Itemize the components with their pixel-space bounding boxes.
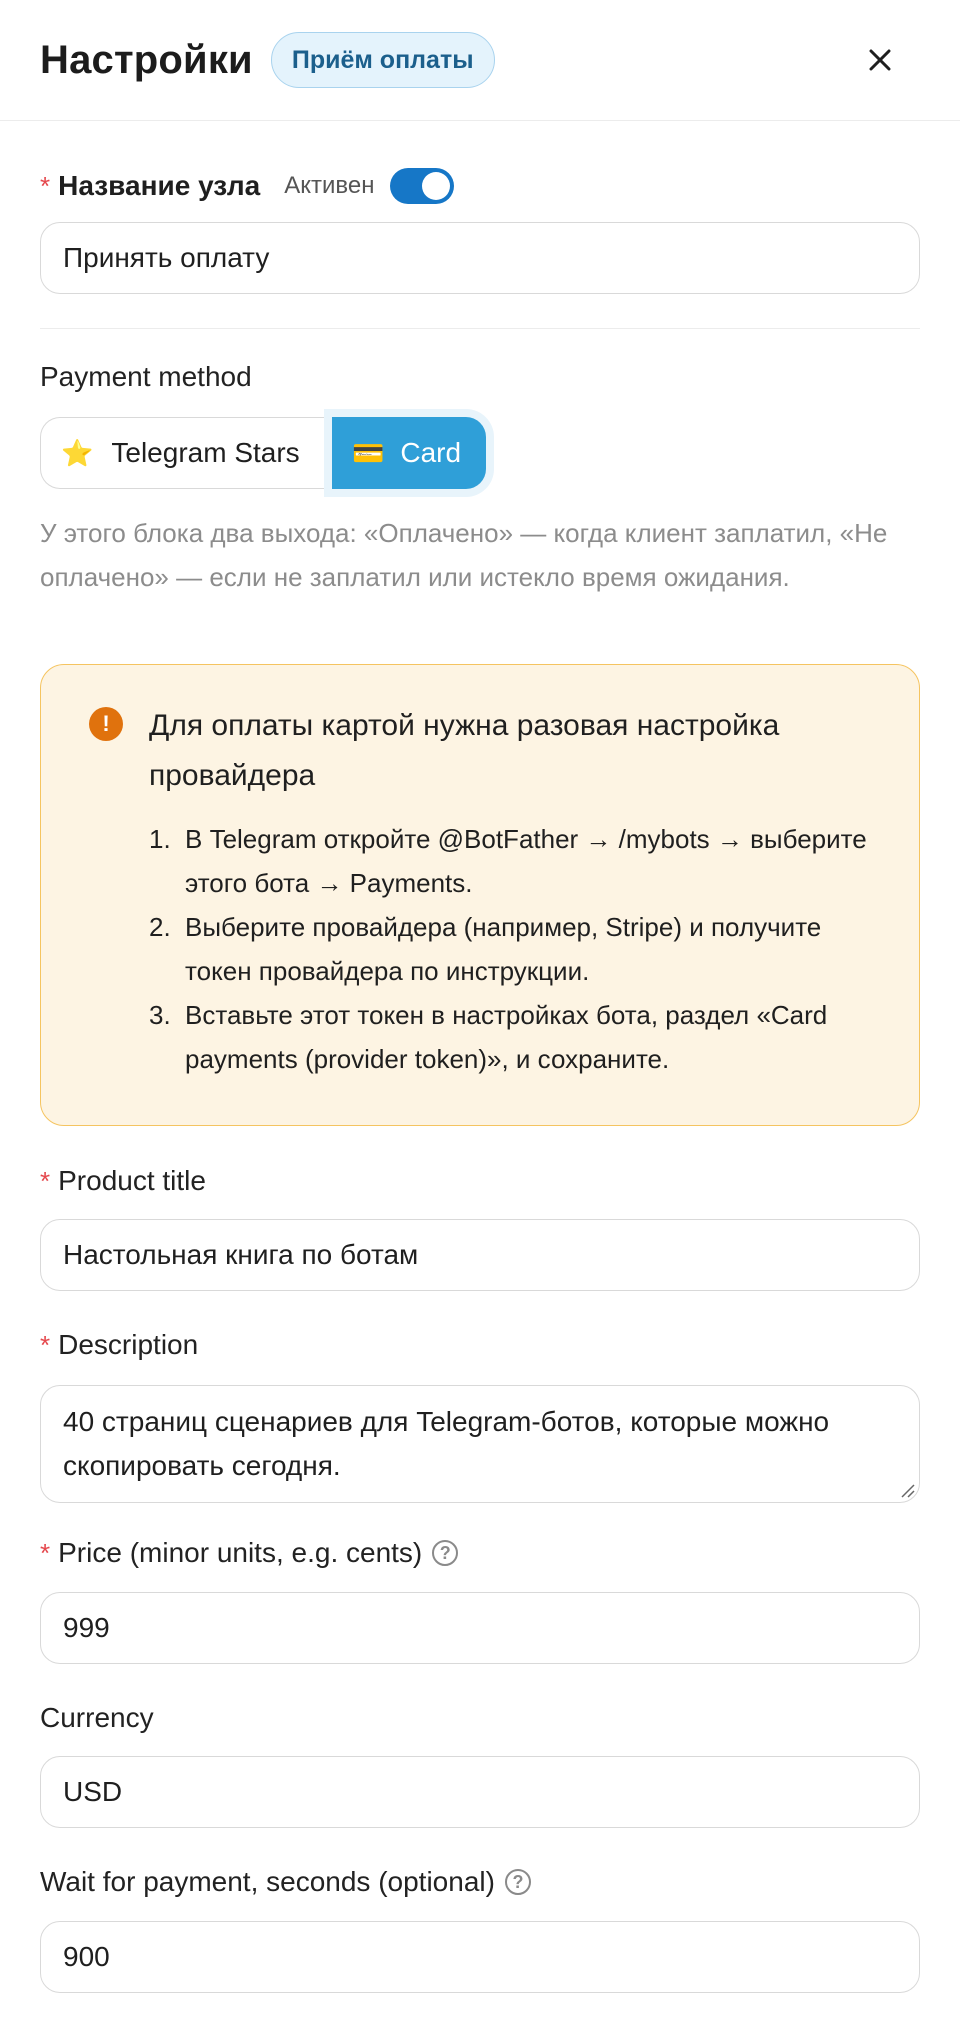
node-type-badge: Приём оплаты bbox=[270, 32, 495, 88]
exclamation-icon: ! bbox=[89, 707, 123, 741]
close-icon[interactable] bbox=[860, 40, 900, 80]
payment-method-label-row: Payment method bbox=[40, 357, 252, 397]
product-title-input[interactable]: Настольная книга по ботам bbox=[40, 1219, 920, 1291]
currency-label-row: Currency bbox=[40, 1698, 154, 1738]
active-label: Активен bbox=[284, 172, 375, 199]
price-input[interactable]: 999 bbox=[40, 1592, 920, 1664]
description-textarea[interactable]: 40 страниц сценариев для Telegram-ботов,… bbox=[40, 1385, 920, 1503]
panel-header: Настройки Приём оплаты bbox=[0, 0, 960, 121]
node-name-input[interactable]: Принять оплату bbox=[40, 222, 920, 294]
list-item: 3. Вставьте этот токен в настройках бота,… bbox=[149, 993, 889, 1081]
price-label: Price (minor units, e.g. cents) bbox=[58, 1537, 423, 1568]
product-title-label: Product title bbox=[58, 1165, 206, 1196]
currency-label: Currency bbox=[40, 1702, 154, 1733]
provider-warning-callout: ! Для оплаты картой нужна разовая настро… bbox=[40, 664, 920, 1126]
payment-method-selector: ⭐ Telegram Stars 💳 Card bbox=[40, 417, 486, 489]
star-icon: ⭐ bbox=[61, 437, 94, 468]
warning-title: Для оплаты картой нужна разовая настройк… bbox=[149, 709, 780, 792]
wait-label: Wait for payment, seconds (optional) bbox=[40, 1866, 495, 1897]
required-marker: * bbox=[40, 170, 51, 201]
payment-hint: У этого блока два выхода: «Оплачено» — к… bbox=[40, 518, 888, 592]
setup-steps: 1. В Telegram откройте @BotFather → /mybo… bbox=[149, 817, 889, 1081]
node-name-row: * Название узла Активен bbox=[40, 161, 455, 211]
payment-method-label: Payment method bbox=[40, 361, 252, 392]
description-label: Description bbox=[58, 1329, 199, 1360]
step-text: Выберите провайдера (например, Stripe) и… bbox=[185, 912, 822, 986]
currency-input[interactable]: USD bbox=[40, 1756, 920, 1828]
help-icon[interactable]: ? bbox=[432, 1540, 459, 1566]
step-text: Вставьте этот токен в настройках бота, р… bbox=[185, 1000, 828, 1074]
option-label: Card bbox=[400, 437, 462, 468]
option-telegram-stars[interactable]: ⭐ Telegram Stars bbox=[40, 417, 332, 489]
wait-input[interactable]: 900 bbox=[40, 1921, 920, 1993]
node-name-label: Название узла bbox=[58, 170, 261, 201]
product-title-label-row: * Product title bbox=[40, 1161, 206, 1201]
page-title: Настройки bbox=[40, 37, 253, 82]
required-marker: * bbox=[40, 1537, 51, 1568]
list-item: 2. Выберите провайдера (например, Stripe)… bbox=[149, 905, 889, 993]
help-icon[interactable]: ? bbox=[504, 1869, 531, 1895]
required-marker: * bbox=[40, 1165, 51, 1196]
active-toggle[interactable] bbox=[390, 168, 455, 204]
toggle-knob bbox=[422, 172, 451, 200]
option-card[interactable]: 💳 Card bbox=[332, 417, 486, 489]
description-label-row: * Description bbox=[40, 1325, 198, 1365]
divider bbox=[40, 328, 920, 329]
price-label-row: * Price (minor units, e.g. cents) ? bbox=[40, 1533, 459, 1573]
credit-card-icon: 💳 bbox=[352, 437, 385, 468]
list-item: 1. В Telegram откройте @BotFather → /mybo… bbox=[149, 817, 889, 905]
resize-handle-icon[interactable] bbox=[899, 1482, 915, 1498]
step-text: В Telegram откройте @BotFather → /mybots… bbox=[185, 824, 867, 898]
required-marker: * bbox=[40, 1329, 51, 1360]
description-text: 40 страниц сценариев для Telegram-ботов,… bbox=[63, 1406, 830, 1481]
option-label: Telegram Stars bbox=[111, 437, 300, 468]
wait-label-row: Wait for payment, seconds (optional) ? bbox=[40, 1862, 531, 1902]
